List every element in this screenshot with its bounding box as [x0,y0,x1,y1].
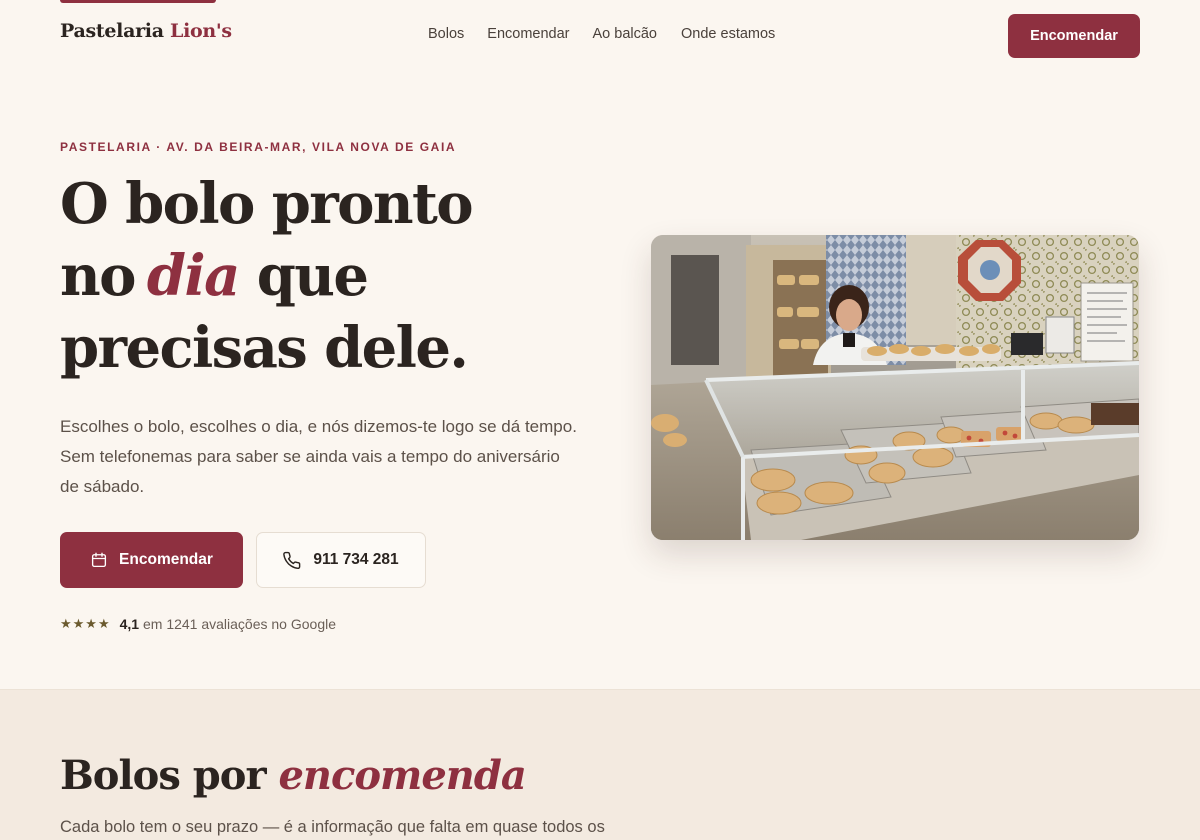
nav-item-encomendar[interactable]: Encomendar [487,26,569,42]
hero-title-emphasis: dia [146,243,241,309]
hero-title-line-2: no dia que [60,240,580,312]
brand-logo[interactable]: Pastelaria Lion's [60,20,232,42]
main-nav: Bolos Encomendar Ao balcão Onde estamos [428,26,775,42]
rating-score: 4,1 [119,616,140,632]
rating-stars-icon: ★★★★ [60,616,111,631]
hero-title-line-3: precisas dele. [60,315,469,381]
hero-title: O bolo pronto no dia que precisas dele. [60,168,580,384]
phone-icon [283,551,302,570]
nav-item-onde-estamos[interactable]: Onde estamos [681,26,775,42]
hero-description: Escolhes o bolo, escolhes o dia, e nós d… [60,417,577,496]
brand-accent: Lion's [170,20,232,42]
header-order-button[interactable]: Encomendar [1008,14,1140,58]
cakes-title-emphasis: encomenda [278,752,526,799]
phone-call-button[interactable]: 911 734 281 [256,532,426,588]
rating-text: 4,1 em 1241 avaliações no Google [120,616,336,632]
rating-count-text: em 1241 avaliações no Google [142,616,337,632]
cakes-section: Bolos por encomenda Cada bolo tem o seu … [0,689,1200,840]
cakes-section-description: Cada bolo tem o seu prazo — é a informaç… [60,818,605,836]
google-rating: ★★★★ 4,1 em 1241 avaliações no Google [60,616,336,632]
hero-shop-photo [651,235,1139,540]
nav-item-bolos[interactable]: Bolos [428,26,464,42]
hero-order-button-label: Encomendar [119,551,213,568]
hero-order-button[interactable]: Encomendar [60,532,243,588]
hero-eyebrow: PASTELARIA · AV. DA BEIRA-MAR, VILA NOVA… [60,140,457,154]
hero-title-word-no: no [60,243,136,309]
hero-title-word-que: que [256,243,369,309]
brand-name: Pastelaria [60,20,164,42]
nav-item-ao-balcao[interactable]: Ao balcão [593,26,658,42]
phone-number: 911 734 281 [313,551,399,568]
site-header: Pastelaria Lion's Bolos Encomendar Ao ba… [0,0,1200,72]
hero-title-line-1: O bolo pronto [60,171,474,237]
cakes-title-pre: Bolos por [60,752,267,799]
cakes-section-title: Bolos por encomenda [60,752,527,799]
calendar-icon [90,551,108,569]
